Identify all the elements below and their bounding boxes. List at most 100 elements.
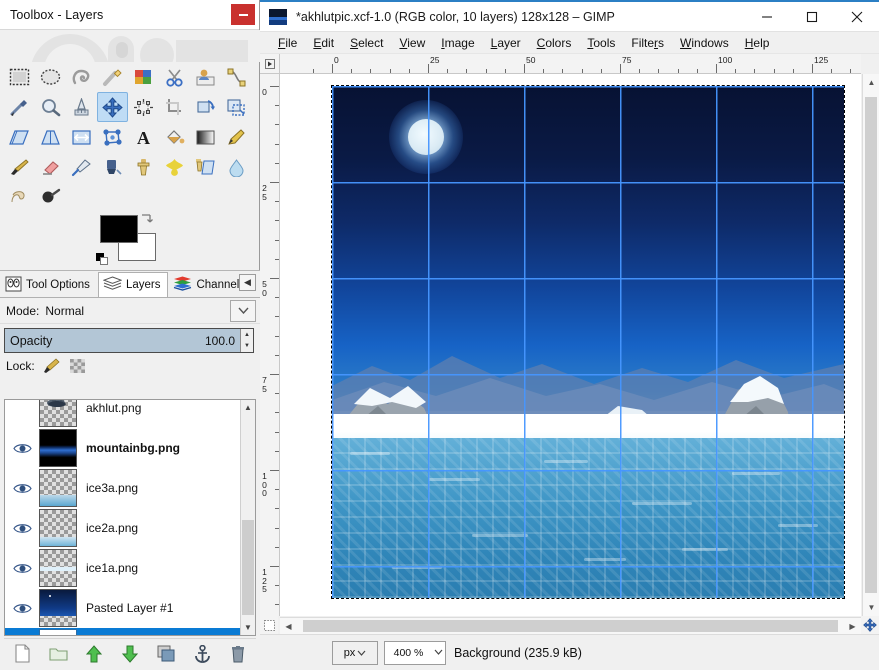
pencil-tool-icon[interactable]	[221, 122, 252, 152]
maximize-button[interactable]	[789, 2, 834, 32]
layer-row[interactable]: akhlut.png	[5, 400, 240, 428]
scroll-left-icon[interactable]: ◀	[280, 618, 297, 635]
canvas-horizontal-scrollbar[interactable]: ◀ ▶	[280, 617, 861, 634]
scrollbar-thumb[interactable]	[865, 97, 877, 593]
layer-visibility-toggle[interactable]	[5, 428, 39, 468]
measure-tool-icon[interactable]	[66, 92, 97, 122]
shear-tool-icon[interactable]	[4, 122, 35, 152]
scissors-select-tool-icon[interactable]	[159, 62, 190, 92]
heal-tool-icon[interactable]	[159, 152, 190, 182]
flip-tool-icon[interactable]	[66, 122, 97, 152]
layer-visibility-toggle[interactable]	[5, 400, 39, 428]
menu-view[interactable]: View	[391, 33, 433, 53]
image-canvas[interactable]	[331, 85, 845, 599]
zoom-tool-icon[interactable]	[35, 92, 66, 122]
airbrush-tool-icon[interactable]	[66, 152, 97, 182]
free-select-tool-icon[interactable]	[66, 62, 97, 92]
crop-tool-icon[interactable]	[159, 92, 190, 122]
foreground-color-swatch[interactable]	[100, 215, 138, 243]
scrollbar-thumb[interactable]	[242, 520, 254, 615]
layer-row[interactable]: ice3a.png	[5, 468, 240, 508]
vertical-ruler[interactable]: 0 25 50 75 100 125	[260, 74, 280, 616]
ink-tool-icon[interactable]	[97, 152, 128, 182]
duplicate-icon[interactable]	[152, 641, 180, 667]
chevron-down-icon[interactable]	[432, 648, 445, 657]
alignment-tool-icon[interactable]	[128, 92, 159, 122]
menu-filters[interactable]: Filters	[623, 33, 672, 53]
menu-edit[interactable]: Edit	[305, 33, 342, 53]
tab-tool-options[interactable]: Tool Options	[0, 272, 98, 297]
new-page-icon[interactable]	[8, 641, 36, 667]
trash-icon[interactable]	[224, 641, 252, 667]
foreground-select-tool-icon[interactable]	[190, 62, 221, 92]
layer-list-scrollbar[interactable]: ▲ ▼	[240, 400, 255, 635]
dock-menu-button[interactable]: ◀	[239, 274, 256, 291]
opacity-decrement[interactable]: ▼	[241, 341, 253, 353]
layer-row[interactable]: ice2a.png	[5, 508, 240, 548]
rect-select-tool-icon[interactable]	[4, 62, 35, 92]
tab-layers[interactable]: Layers	[97, 272, 169, 297]
layer-visibility-toggle[interactable]	[5, 508, 39, 548]
gradient-tool-icon[interactable]	[190, 122, 221, 152]
perspective-tool-icon[interactable]	[35, 122, 66, 152]
up-arrow-icon[interactable]	[80, 641, 108, 667]
scrollbar-track[interactable]	[241, 415, 255, 620]
menu-colors[interactable]: Colors	[529, 33, 580, 53]
menu-image[interactable]: Image	[433, 33, 482, 53]
quick-mask-toggle[interactable]	[260, 616, 278, 634]
scroll-up-icon[interactable]: ▲	[241, 400, 255, 415]
layer-visibility-toggle[interactable]	[5, 588, 39, 628]
close-button[interactable]	[834, 2, 879, 32]
layer-row[interactable]: Background	[5, 628, 240, 635]
canvas-vertical-scrollbar[interactable]: ▲ ▼	[862, 74, 879, 616]
move-tool-icon[interactable]	[97, 92, 128, 122]
blend-mode-value[interactable]: Normal	[45, 304, 230, 318]
clone-tool-icon[interactable]	[128, 152, 159, 182]
layer-row[interactable]: mountainbg.png	[5, 428, 240, 468]
scrollbar-track[interactable]	[297, 618, 844, 634]
color-picker-tool-icon[interactable]	[4, 92, 35, 122]
layer-row[interactable]: Pasted Layer #1	[5, 588, 240, 628]
menu-help[interactable]: Help	[737, 33, 778, 53]
minimize-button[interactable]	[744, 2, 789, 32]
opacity-slider[interactable]: Opacity 100.0	[5, 329, 240, 352]
menu-layer[interactable]: Layer	[483, 33, 529, 53]
scroll-down-icon[interactable]: ▼	[241, 620, 255, 635]
paths-tool-icon[interactable]	[221, 62, 252, 92]
ruler-origin-button[interactable]	[260, 54, 280, 74]
layer-visibility-toggle[interactable]	[5, 628, 39, 635]
scrollbar-track[interactable]	[863, 91, 879, 599]
toolbox-close-button[interactable]	[231, 4, 255, 25]
layer-row[interactable]: ice1a.png	[5, 548, 240, 588]
chevron-down-icon[interactable]	[230, 299, 256, 322]
unit-selector[interactable]: px	[332, 640, 378, 665]
smudge-tool-icon[interactable]	[4, 182, 35, 212]
layer-visibility-toggle[interactable]	[5, 548, 39, 588]
select-by-color-tool-icon[interactable]	[128, 62, 159, 92]
down-arrow-icon[interactable]	[116, 641, 144, 667]
blur-sharpen-tool-icon[interactable]	[221, 152, 252, 182]
dodge-burn-tool-icon[interactable]	[35, 182, 66, 212]
rotate-tool-icon[interactable]	[190, 92, 221, 122]
anchor-icon[interactable]	[188, 641, 216, 667]
eraser-tool-icon[interactable]	[35, 152, 66, 182]
paintbrush-tool-icon[interactable]	[4, 152, 35, 182]
lock-alpha-icon[interactable]	[68, 357, 87, 376]
zoom-selector[interactable]: 400 %	[384, 640, 446, 665]
bucket-fill-tool-icon[interactable]	[159, 122, 190, 152]
scroll-right-icon[interactable]: ▶	[844, 618, 861, 635]
menu-select[interactable]: Select	[342, 33, 391, 53]
scale-tool-icon[interactable]	[221, 92, 252, 122]
cage-transform-tool-icon[interactable]	[97, 122, 128, 152]
scroll-up-icon[interactable]: ▲	[863, 74, 879, 91]
navigation-preview-button[interactable]	[861, 616, 879, 634]
image-canvas-viewport[interactable]	[280, 74, 861, 616]
opacity-spinner[interactable]: ▲ ▼	[240, 329, 253, 352]
fuzzy-select-tool-icon[interactable]	[97, 62, 128, 92]
menu-windows[interactable]: Windows	[672, 33, 737, 53]
text-tool-icon[interactable]: A	[128, 122, 159, 152]
reset-colors-icon[interactable]	[96, 253, 109, 266]
folder-icon[interactable]	[44, 641, 72, 667]
lock-pixels-icon[interactable]	[42, 357, 61, 376]
menu-file[interactable]: File	[270, 33, 305, 53]
